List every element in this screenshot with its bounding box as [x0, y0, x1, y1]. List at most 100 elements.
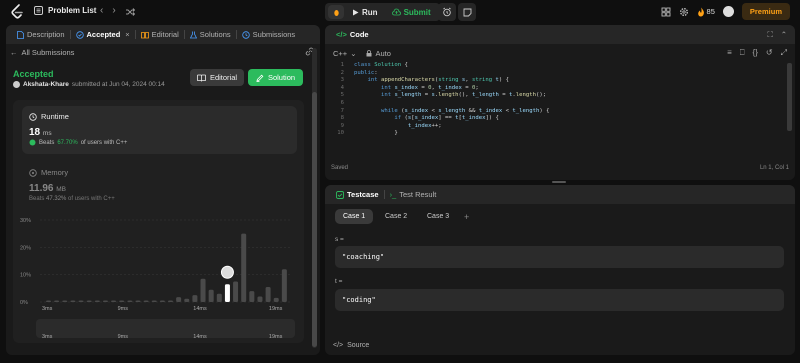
cursor-position: Ln 1, Col 1 — [759, 165, 789, 171]
left-scrollbar-thumb[interactable] — [312, 92, 317, 347]
streak-counter[interactable]: 85 — [697, 7, 715, 17]
chart-bar — [46, 300, 51, 302]
run-button[interactable]: Run — [346, 5, 384, 19]
bookmark-icon[interactable]: ⎕ — [740, 48, 745, 58]
memory-unit: MB — [56, 186, 67, 193]
runtime-card[interactable]: Runtime 18 ms Beats 67.70% of users with… — [22, 106, 297, 154]
line-number: 1 — [340, 62, 344, 68]
code-line[interactable]: 7 while (s_index < s_length && t_index <… — [330, 108, 792, 116]
leetcode-logo-icon[interactable] — [10, 4, 24, 20]
param-t-input[interactable]: "coding" — [335, 289, 784, 311]
chart-bar — [200, 278, 206, 302]
reset-icon[interactable]: ↺ — [766, 48, 773, 58]
layout-grid-icon[interactable] — [661, 7, 671, 17]
runtime-distribution-chart[interactable]: 30% 20% 10% 0% 3ms 9ms 14ms 19ms 3ms 9ms 14ms 19ms — [20, 212, 300, 342]
auto-mode-toggle[interactable]: Auto — [366, 49, 391, 58]
x-tick-label: 19ms — [269, 306, 283, 312]
format-icon[interactable]: ≡ — [727, 48, 732, 58]
source-link[interactable]: </> Source — [333, 342, 369, 349]
expand-icon[interactable]: ⤢ — [781, 48, 787, 58]
tab-description[interactable]: Description — [12, 25, 70, 44]
code-line[interactable]: 9 t_index++; — [330, 123, 792, 131]
run-submit-group: Run Submit — [325, 3, 440, 21]
language-select[interactable]: C++ ⌄ — [333, 49, 356, 58]
code-brackets-icon: </> — [336, 30, 347, 39]
streak-count: 85 — [706, 7, 715, 16]
close-tab-icon[interactable]: × — [125, 30, 129, 39]
problem-list-button[interactable]: Problem List — [34, 6, 96, 15]
tab-accepted[interactable]: Accepted × — [71, 25, 135, 44]
panel-resize-handle[interactable] — [552, 181, 566, 183]
shuffle-icon[interactable] — [125, 7, 135, 17]
tab-code[interactable]: </> Code — [331, 25, 374, 44]
tab-submissions[interactable]: Submissions — [237, 25, 301, 44]
submit-button[interactable]: Submit — [386, 5, 437, 19]
history-icon — [241, 30, 250, 39]
line-number: 3 — [340, 77, 344, 84]
code-line[interactable]: 5 int s_length = s.length(), t_length = … — [330, 92, 792, 100]
chart-bar — [119, 300, 125, 302]
solution-button[interactable]: Solution — [248, 69, 303, 86]
timer-button[interactable] — [438, 3, 456, 21]
premium-button[interactable]: Premium — [741, 3, 790, 20]
runtime-beats-suffix: of users with C++ — [80, 139, 128, 146]
chart-bar — [233, 281, 239, 302]
braces-icon[interactable]: {} — [753, 48, 758, 58]
overview-tick-label: 19ms — [269, 334, 283, 340]
case-2-tab[interactable]: Case 2 — [377, 209, 415, 224]
memory-beats-pct: 47.32% — [46, 196, 67, 202]
collapse-icon[interactable]: ⌃ — [781, 30, 787, 40]
chart-bar — [216, 293, 222, 302]
chart-bar — [281, 269, 287, 302]
x-tick-label: 3ms — [42, 306, 53, 312]
code-editor[interactable]: 1 class Solution {2 public: 3 int appendCha… — [330, 62, 792, 138]
accepted-icon — [75, 30, 84, 39]
memory-card-title[interactable]: Memory — [29, 168, 68, 177]
memory-value: 11.96 — [29, 183, 54, 194]
case-1-tab[interactable]: Case 1 — [335, 209, 374, 224]
tab-accepted-label: Accepted — [86, 30, 121, 39]
runtime-value-row: 18 ms — [29, 127, 52, 138]
maximize-icon[interactable]: ⛶ — [767, 30, 772, 40]
user-avatar[interactable] — [722, 6, 734, 17]
notes-button[interactable] — [458, 3, 476, 21]
tab-solutions[interactable]: Solutions — [185, 25, 236, 44]
tab-test-result[interactable]: ›_ Test Result — [385, 185, 442, 204]
chart-bar — [273, 297, 279, 302]
case-3-tab[interactable]: Case 3 — [419, 209, 457, 224]
code-line[interactable]: 4 int s_index = 0, t_index = 0; — [330, 85, 792, 93]
tab-editorial[interactable]: Editorial — [136, 25, 184, 44]
tab-submissions-label: Submissions — [252, 30, 296, 39]
chart-bar — [241, 233, 247, 302]
param-t-label: t = — [335, 278, 343, 285]
prev-problem-icon[interactable]: ‹ — [100, 5, 103, 17]
all-submissions-link[interactable]: ← All Submissions — [10, 48, 74, 57]
memory-beats-suffix: of users with C++ — [68, 196, 115, 202]
code-line[interactable]: 6 — [330, 100, 792, 108]
next-problem-icon[interactable]: › — [112, 5, 115, 17]
tab-solutions-label: Solutions — [199, 30, 231, 39]
line-number: 2 — [340, 69, 344, 76]
runtime-value: 18 — [29, 127, 41, 138]
code-line[interactable]: 2 public: — [330, 70, 792, 78]
code-line[interactable]: 3 int appendCharacters(string s, string … — [330, 77, 792, 85]
clock-icon — [29, 112, 37, 121]
chart-bar — [249, 291, 255, 302]
submitter-name[interactable]: Akshata-Khare — [23, 81, 69, 88]
code-line[interactable]: 1 class Solution { — [330, 62, 792, 70]
debug-button[interactable] — [328, 5, 344, 19]
chart-bar — [192, 295, 198, 302]
code-line[interactable]: 8 if (s[s_index] == t[t_index]) { — [330, 115, 792, 123]
settings-gear-icon[interactable] — [679, 7, 689, 17]
code-line[interactable]: 10 } — [330, 130, 792, 138]
chart-bar — [159, 300, 165, 302]
editorial-button[interactable]: Editorial — [190, 69, 244, 86]
arrow-left-icon: ← — [10, 48, 18, 57]
chart-bar — [127, 300, 133, 302]
alarm-clock-icon — [443, 7, 451, 17]
add-case-button[interactable]: + — [456, 209, 477, 224]
source-code-icon: </> — [333, 342, 344, 349]
source-label: Source — [347, 342, 370, 349]
tab-testcase[interactable]: Testcase — [331, 185, 384, 204]
param-s-input[interactable]: "coaching" — [335, 246, 784, 268]
